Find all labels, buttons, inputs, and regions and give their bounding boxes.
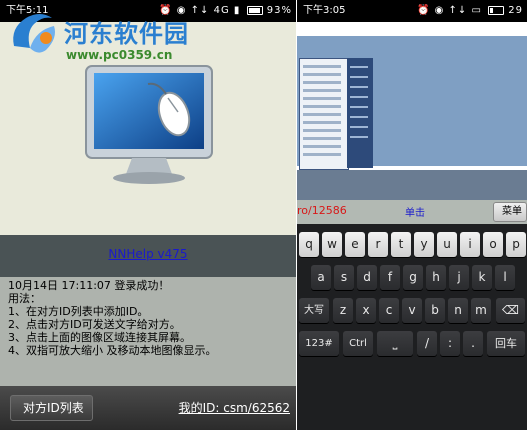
key-n[interactable]: n [448, 298, 468, 323]
log-area: 10月14日 17:11:07 登录成功！ 用法： 1、在对方ID列表中添加ID… [0, 277, 296, 386]
log-line: 10月14日 17:11:07 登录成功！ [8, 279, 170, 292]
battery-icon [488, 5, 505, 15]
key-u[interactable]: u [437, 232, 457, 257]
app-title-bar: NNHelp v475 [0, 235, 296, 277]
bottom-bar: 对方ID列表 我的ID: csm/62562 [0, 386, 296, 430]
key-numbers[interactable]: 123# [299, 331, 339, 356]
remote-start-menu-right-pane [347, 58, 373, 168]
key-s[interactable]: s [334, 265, 354, 290]
status-icon-group: ⏰ ◉ ↑↓ ▭ [416, 5, 482, 16]
remote-screen-preview[interactable] [78, 62, 218, 187]
remote-start-menu[interactable] [299, 58, 349, 170]
log-line: 4、双指可放大缩小 及移动本地图像显示。 [8, 344, 217, 357]
remote-desktop-view[interactable] [297, 22, 527, 170]
key-ctrl[interactable]: Ctrl [343, 331, 373, 356]
key-c[interactable]: c [379, 298, 399, 323]
key-b[interactable]: b [425, 298, 445, 323]
key-caps[interactable]: 大写 [299, 298, 329, 323]
key-period[interactable]: . [463, 331, 483, 356]
key-q[interactable]: q [299, 232, 319, 257]
log-line: 1、在对方ID列表中添加ID。 [8, 305, 149, 318]
left-phone-screen: 下午5:11 ⏰ ◉ ↑↓ 4G ▮ 93% 河东软件园 www.pc0359.… [0, 0, 296, 430]
key-colon[interactable]: : [440, 331, 460, 356]
log-line: 3、点击上面的图像区域连接其屏幕。 [8, 331, 191, 344]
app-title-link[interactable]: NNHelp v475 [0, 247, 296, 261]
remote-desktop-lower [297, 170, 527, 200]
key-r[interactable]: r [368, 232, 388, 257]
status-icons: ⏰ ◉ ↑↓ ▭ 29 [417, 0, 523, 22]
key-m[interactable]: m [471, 298, 491, 323]
battery-icon [246, 5, 263, 15]
my-id-link[interactable]: 我的ID: csm/62562 [179, 399, 290, 416]
key-l[interactable]: l [495, 265, 515, 290]
key-h[interactable]: h [426, 265, 446, 290]
key-space[interactable]: ⎵ [377, 331, 413, 356]
watermark-logo-icon [13, 14, 55, 53]
key-y[interactable]: y [414, 232, 434, 257]
peer-id-list-button[interactable]: 对方ID列表 [10, 395, 93, 421]
key-j[interactable]: j [449, 265, 469, 290]
click-mode-button[interactable]: 单击 [405, 204, 425, 219]
key-w[interactable]: w [322, 232, 342, 257]
log-line: 用法： [8, 292, 41, 305]
key-f[interactable]: f [380, 265, 400, 290]
watermark-site-name: 河东软件园 [64, 19, 189, 48]
watermark-url: www.pc0359.cn [66, 48, 173, 62]
key-a[interactable]: a [311, 265, 331, 290]
coordinate-readout: ro/12586 [297, 204, 347, 217]
key-o[interactable]: o [483, 232, 503, 257]
control-bar: ro/12586 单击 菜单 [297, 200, 527, 224]
battery-percent: 93% [266, 5, 292, 16]
log-line: 2、点击对方ID可发送文字给对方。 [8, 318, 181, 331]
soft-keyboard: q w e r t y u i o p a s d f g h j k l 大写… [297, 224, 527, 364]
key-t[interactable]: t [391, 232, 411, 257]
key-i[interactable]: i [460, 232, 480, 257]
menu-button[interactable]: 菜单 [493, 202, 527, 222]
status-time: 下午3:05 [303, 5, 346, 16]
key-backspace[interactable]: ⌫ [496, 298, 525, 323]
status-bar: 下午3:05 ⏰ ◉ ↑↓ ▭ 29 [297, 0, 527, 22]
key-d[interactable]: d [357, 265, 377, 290]
key-p[interactable]: p [506, 232, 526, 257]
key-e[interactable]: e [345, 232, 365, 257]
key-x[interactable]: x [356, 298, 376, 323]
key-enter[interactable]: 回车 [487, 331, 525, 356]
right-phone-screen: 下午3:05 ⏰ ◉ ↑↓ ▭ 29 ro/12586 单击 菜单 q w e … [297, 0, 527, 430]
battery-percent: 29 [508, 5, 523, 16]
key-k[interactable]: k [472, 265, 492, 290]
key-z[interactable]: z [333, 298, 353, 323]
keyboard-footer [297, 364, 527, 430]
key-slash[interactable]: / [417, 331, 437, 356]
key-v[interactable]: v [402, 298, 422, 323]
key-g[interactable]: g [403, 265, 423, 290]
